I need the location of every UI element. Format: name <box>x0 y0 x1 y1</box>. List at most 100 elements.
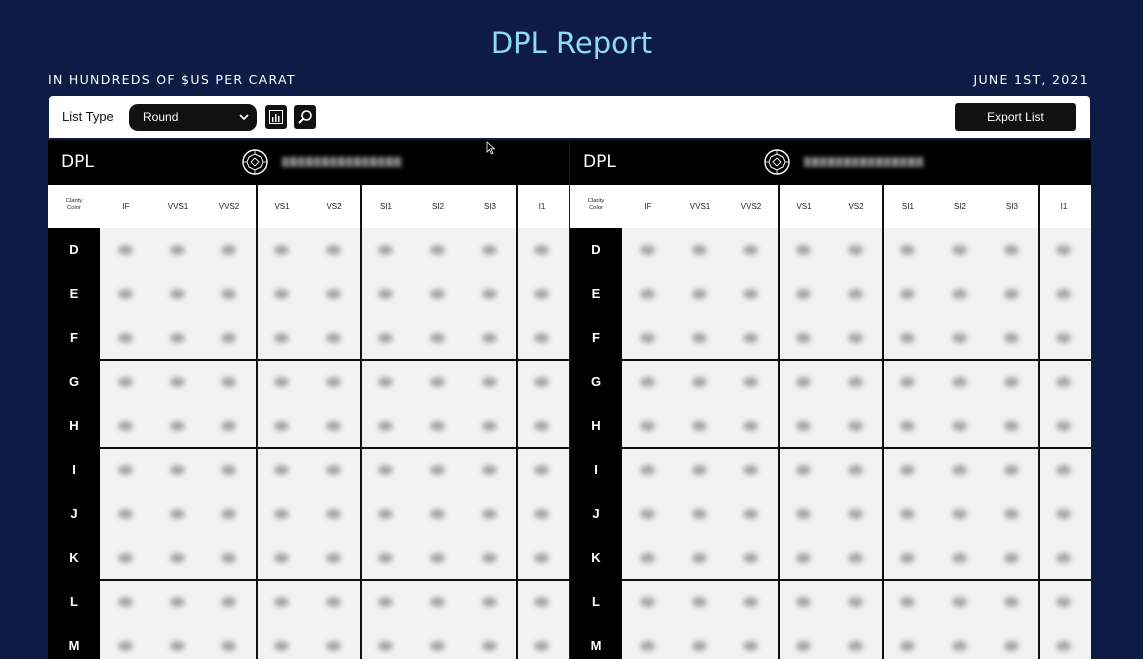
color-row-label: K <box>591 550 601 565</box>
price-cell <box>534 553 549 563</box>
column-group-divider <box>1038 185 1040 659</box>
price-cell <box>274 333 289 343</box>
price-cell <box>1056 641 1071 651</box>
price-cell <box>1004 641 1019 651</box>
color-row-label: H <box>591 418 601 433</box>
price-cell <box>1004 333 1019 343</box>
bar-chart-button[interactable] <box>265 105 287 129</box>
row-group-divider <box>100 447 569 449</box>
price-cell <box>221 641 236 651</box>
price-cell <box>170 553 185 563</box>
panel-header: DPL <box>570 140 1091 185</box>
price-cell <box>1056 421 1071 431</box>
price-cell <box>952 245 967 255</box>
price-cell <box>118 289 133 299</box>
clarity-column-header: SI1 <box>379 202 392 211</box>
price-cell <box>326 641 341 651</box>
color-row-labels: D E F G H I J K L M <box>570 228 622 659</box>
price-cell <box>796 509 811 519</box>
price-cell <box>1004 553 1019 563</box>
corner-label-line: Clarity <box>587 198 605 204</box>
row-group-divider <box>622 359 1091 361</box>
price-cell <box>170 333 185 343</box>
price-cell <box>1004 377 1019 387</box>
redacted-text <box>804 157 924 167</box>
export-list-button[interactable]: Export List <box>955 103 1076 131</box>
price-cell <box>900 333 915 343</box>
price-cell <box>692 553 707 563</box>
price-cell <box>900 421 915 431</box>
price-cell <box>482 465 497 475</box>
price-cell <box>952 597 967 607</box>
price-cell <box>274 245 289 255</box>
price-cell <box>743 465 758 475</box>
clarity-column-header: SI3 <box>483 202 496 211</box>
price-cell <box>952 509 967 519</box>
price-cell <box>274 553 289 563</box>
price-cell <box>848 245 863 255</box>
price-cell <box>848 509 863 519</box>
color-row-label: D <box>69 242 79 257</box>
price-cell <box>430 377 445 387</box>
price-cell <box>482 377 497 387</box>
price-cell <box>692 333 707 343</box>
report-date: JUNE 1ST, 2021 <box>973 72 1089 87</box>
color-row-label: I <box>72 462 76 477</box>
price-cell <box>534 421 549 431</box>
row-group-divider <box>622 447 1091 449</box>
price-cell <box>326 553 341 563</box>
price-cell <box>952 377 967 387</box>
column-group-divider <box>778 185 780 659</box>
price-cell <box>534 509 549 519</box>
corner-label: Clarity Color <box>54 198 94 212</box>
clarity-column-header: SI3 <box>1005 202 1018 211</box>
price-cell <box>952 289 967 299</box>
row-group-divider <box>100 579 569 581</box>
price-cell <box>952 641 967 651</box>
price-cell <box>1056 333 1071 343</box>
price-cell <box>118 641 133 651</box>
price-cell <box>692 377 707 387</box>
price-cell <box>326 465 341 475</box>
column-group-divider <box>360 185 362 659</box>
units-subtitle: IN HUNDREDS OF $US PER CARAT <box>48 72 296 87</box>
price-cell <box>534 377 549 387</box>
price-cell <box>692 465 707 475</box>
clarity-column-header: VS2 <box>326 202 342 211</box>
search-button[interactable] <box>294 105 316 129</box>
price-cell <box>692 421 707 431</box>
price-cell <box>796 377 811 387</box>
toolbar: List Type Round Export List <box>49 96 1090 138</box>
price-cell <box>796 289 811 299</box>
price-cell <box>743 553 758 563</box>
price-cell <box>326 333 341 343</box>
row-group-divider <box>622 579 1091 581</box>
price-cell <box>430 333 445 343</box>
list-type-select[interactable]: Round <box>129 104 257 131</box>
price-cell <box>743 245 758 255</box>
price-cell <box>796 641 811 651</box>
clarity-column-header: IF <box>644 202 652 211</box>
price-cell <box>118 333 133 343</box>
price-cell <box>848 553 863 563</box>
price-cell <box>640 289 655 299</box>
price-cell <box>1056 289 1071 299</box>
price-cell <box>274 421 289 431</box>
price-cell <box>640 465 655 475</box>
price-cell <box>952 333 967 343</box>
price-cell <box>221 377 236 387</box>
color-row-label: E <box>591 286 601 301</box>
price-cell <box>1056 553 1071 563</box>
price-cell <box>482 641 497 651</box>
clarity-header-row: Clarity Color IF VVS1 VVS2 VS1 VS2 SI1 SI2 SI3 I1 <box>48 185 569 228</box>
price-cell <box>326 597 341 607</box>
price-cell <box>482 509 497 519</box>
price-cell <box>743 377 758 387</box>
price-cell <box>326 377 341 387</box>
price-cell <box>900 597 915 607</box>
color-row-label: F <box>592 330 600 345</box>
list-type-value: Round <box>143 110 179 124</box>
price-cell <box>221 245 236 255</box>
price-cell <box>692 641 707 651</box>
color-row-label: I <box>594 462 598 477</box>
